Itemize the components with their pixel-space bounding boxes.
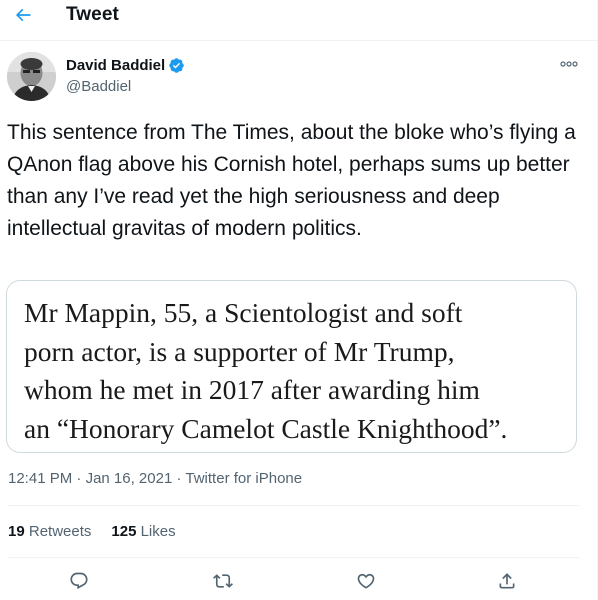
tweet-date[interactable]: Jan 16, 2021 <box>86 470 173 487</box>
back-button[interactable] <box>8 0 38 30</box>
tweet-meta: 12:41 PM · Jan 16, 2021 · Twitter for iP… <box>8 470 302 487</box>
tweet-image-text: Mr Mappin, 55, a Scientologist and soft … <box>24 297 508 444</box>
tweet-actions <box>0 565 597 597</box>
avatar-image <box>7 52 56 101</box>
like-button[interactable] <box>353 568 379 594</box>
more-icon <box>560 61 578 67</box>
arrow-left-icon <box>15 8 31 22</box>
author-name-text: David Baddiel <box>66 57 166 74</box>
tweet-time[interactable]: 12:41 PM <box>8 470 72 487</box>
likes-count: 125 <box>111 523 137 540</box>
tweet-page: Tweet David Baddiel @Baddiel This senten… <box>0 0 598 600</box>
share-icon <box>499 573 515 589</box>
tweet-source[interactable]: Twitter for iPhone <box>185 470 302 487</box>
more-options-button[interactable] <box>558 56 580 72</box>
verified-badge-icon <box>168 57 185 74</box>
retweets-label: Retweets <box>28 523 92 540</box>
tweet-image[interactable]: Mr Mappin, 55, a Scientologist and soft … <box>6 280 577 453</box>
tweet-text: This sentence from The Times, about the … <box>7 121 576 240</box>
likes-stat[interactable]: 125 Likes <box>111 523 175 540</box>
reply-button[interactable] <box>66 568 92 594</box>
tweet-stats: 19 Retweets 125 Likes <box>8 523 196 540</box>
retweets-count: 19 <box>8 523 25 540</box>
divider <box>8 557 579 558</box>
avatar[interactable] <box>7 52 56 101</box>
author-handle[interactable]: @Baddiel <box>66 78 131 95</box>
meta-separator: · <box>76 470 82 487</box>
tweet-header: Tweet <box>0 0 597 41</box>
author-name[interactable]: David Baddiel <box>66 57 185 74</box>
like-icon <box>357 573 375 589</box>
meta-separator: · <box>176 470 182 487</box>
retweet-button[interactable] <box>210 568 236 594</box>
likes-label: Likes <box>140 523 176 540</box>
reply-icon <box>70 572 88 590</box>
share-button[interactable] <box>494 568 520 594</box>
retweet-icon <box>213 574 233 588</box>
retweets-stat[interactable]: 19 Retweets <box>8 523 91 540</box>
divider <box>8 505 579 506</box>
page-title: Tweet <box>66 4 119 25</box>
